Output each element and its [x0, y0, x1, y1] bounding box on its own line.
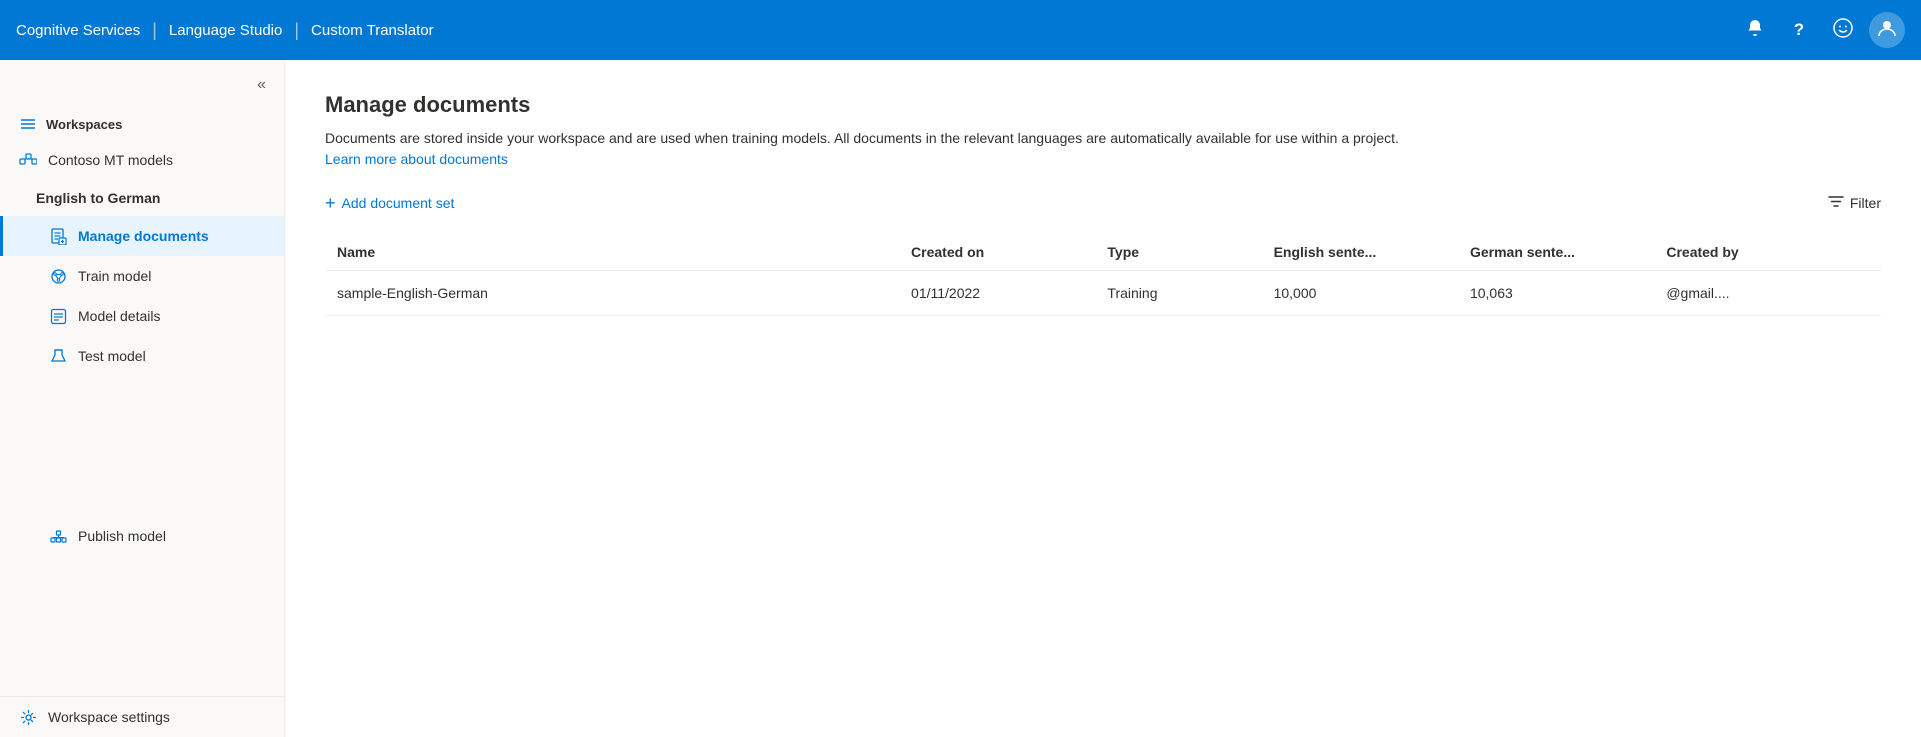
learn-more-link[interactable]: Learn more about documents — [325, 151, 508, 167]
test-model-icon — [48, 346, 68, 366]
table-row[interactable]: sample-English-German 01/11/2022 Trainin… — [325, 271, 1881, 316]
add-icon: + — [325, 194, 336, 212]
models-icon — [18, 150, 38, 170]
filter-label: Filter — [1850, 195, 1881, 211]
col-header-german-sentences: German sente... — [1458, 234, 1654, 271]
filter-button[interactable]: Filter — [1828, 194, 1881, 213]
train-model-label: Train model — [78, 268, 266, 284]
cell-created-by: @gmail.... — [1654, 271, 1881, 316]
sidebar-item-workspace-settings[interactable]: Workspace settings — [0, 696, 284, 737]
collapse-sidebar-button[interactable]: « — [253, 72, 270, 98]
top-nav-right: ? — [1737, 12, 1905, 48]
sidebar-item-manage-documents[interactable]: Manage documents — [0, 216, 284, 256]
notification-button[interactable] — [1737, 12, 1773, 48]
description-text: Documents are stored inside your workspa… — [325, 130, 1399, 146]
test-model-label: Test model — [78, 348, 266, 364]
brand-language-studio[interactable]: Language Studio — [169, 22, 282, 39]
sidebar-item-model-details[interactable]: Model details — [0, 296, 284, 336]
avatar-button[interactable] — [1869, 12, 1905, 48]
cell-type: Training — [1095, 271, 1261, 316]
publish-model-icon — [48, 526, 68, 546]
workspaces-icon — [18, 114, 38, 134]
workspace-settings-icon — [18, 707, 38, 727]
col-header-created-by: Created by — [1654, 234, 1881, 271]
workspaces-label: Workspaces — [46, 117, 122, 132]
model-details-icon — [48, 306, 68, 326]
model-details-label: Model details — [78, 308, 266, 324]
sidebar: « Workspaces — [0, 60, 285, 737]
train-model-icon — [48, 266, 68, 286]
contoso-models-label: Contoso MT models — [48, 152, 266, 168]
cell-created-on: 01/11/2022 — [899, 271, 1095, 316]
add-document-set-button[interactable]: + Add document set — [325, 190, 454, 216]
sidebar-item-train-model[interactable]: Train model — [0, 256, 284, 296]
nav-separator-1: | — [152, 20, 157, 41]
feedback-button[interactable] — [1825, 12, 1861, 48]
sidebar-item-test-model[interactable]: Test model — [0, 336, 284, 376]
documents-toolbar: + Add document set Filter — [325, 190, 1881, 216]
app-layout: « Workspaces — [0, 60, 1921, 737]
top-navigation: Cognitive Services | Language Studio | C… — [0, 0, 1921, 60]
sidebar-item-english-german[interactable]: English to German — [0, 180, 284, 216]
english-german-label: English to German — [36, 190, 266, 206]
page-description: Documents are stored inside your workspa… — [325, 128, 1425, 170]
bell-icon — [1746, 19, 1764, 42]
col-header-english-sentences: English sente... — [1262, 234, 1458, 271]
cell-german-sentences: 10,063 — [1458, 271, 1654, 316]
cell-english-sentences: 10,000 — [1262, 271, 1458, 316]
sidebar-item-workspaces[interactable]: Workspaces — [0, 100, 284, 140]
help-icon: ? — [1794, 20, 1804, 40]
col-header-type: Type — [1095, 234, 1261, 271]
sidebar-item-publish-model[interactable]: Publish model — [0, 516, 284, 556]
page-title: Manage documents — [325, 92, 1881, 118]
table-header-row: Name Created on Type English sente... Ge… — [325, 234, 1881, 271]
manage-documents-label: Manage documents — [78, 228, 266, 244]
brand-cognitive-services[interactable]: Cognitive Services — [16, 22, 140, 39]
manage-documents-icon — [48, 226, 68, 246]
brand-custom-translator[interactable]: Custom Translator — [311, 22, 434, 39]
documents-table: Name Created on Type English sente... Ge… — [325, 234, 1881, 316]
col-header-name: Name — [325, 234, 899, 271]
collapse-icon: « — [257, 76, 266, 93]
workspace-settings-label: Workspace settings — [48, 709, 266, 725]
publish-model-label: Publish model — [78, 528, 266, 544]
help-button[interactable]: ? — [1781, 12, 1817, 48]
avatar-icon — [1877, 18, 1897, 43]
add-document-set-label: Add document set — [342, 195, 455, 211]
main-content: Manage documents Documents are stored in… — [285, 60, 1921, 737]
filter-icon — [1828, 194, 1844, 213]
cell-name: sample-English-German — [325, 271, 899, 316]
sidebar-item-contoso-models[interactable]: Contoso MT models — [0, 140, 284, 180]
smiley-icon — [1833, 18, 1853, 43]
col-header-created-on: Created on — [899, 234, 1095, 271]
nav-separator-2: | — [294, 20, 299, 41]
